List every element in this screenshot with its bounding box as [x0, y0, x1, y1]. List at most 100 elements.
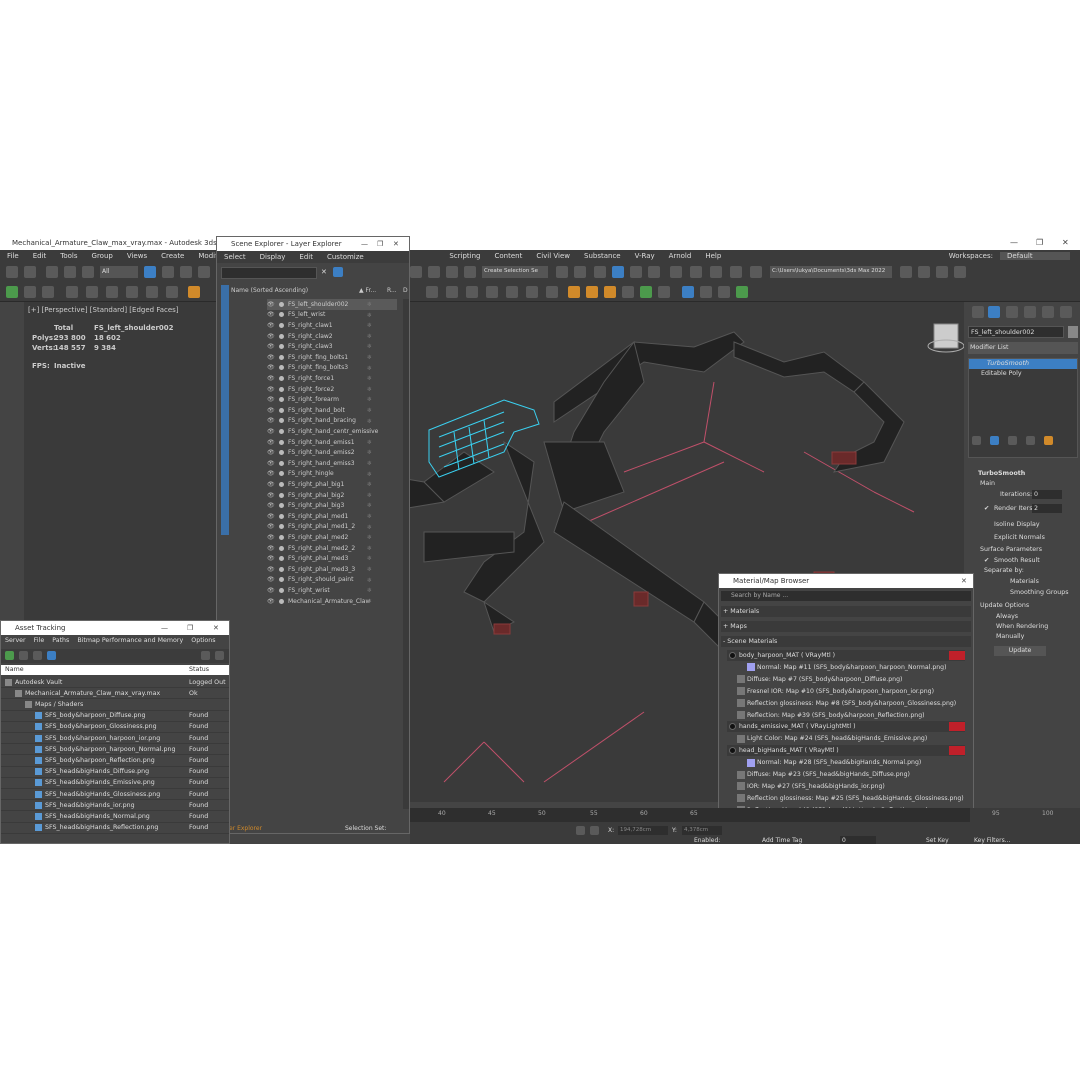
menu-arnold[interactable]: Arnold	[662, 252, 699, 260]
motion-tab-icon[interactable]	[1024, 306, 1036, 318]
turbosmooth-rollout-title[interactable]: TurboSmooth	[978, 470, 1025, 477]
freeze-icon[interactable]: ❄	[367, 545, 372, 552]
smoothing-groups-checkbox[interactable]: Smoothing Groups	[1010, 589, 1069, 596]
map-row[interactable]: Fresnel IOR: Map #10 (SFS_body&harpoon_h…	[727, 685, 965, 697]
clear-search-icon[interactable]: ✕	[321, 268, 327, 276]
visibility-eye-icon[interactable]: 👁	[267, 460, 275, 467]
vray-light-icon[interactable]	[188, 286, 200, 298]
bind-spacewarp-icon[interactable]	[82, 266, 94, 278]
update-button[interactable]: Update	[994, 646, 1046, 656]
vray-camera-icon[interactable]	[546, 286, 558, 298]
filter-icon[interactable]	[333, 267, 343, 277]
isoline-display-checkbox[interactable]: Isoline Display	[994, 521, 1040, 528]
freeze-icon[interactable]: ❄	[367, 322, 372, 329]
show-end-result-icon[interactable]	[990, 436, 999, 445]
minimize-icon[interactable]: —	[1010, 238, 1018, 247]
material-row[interactable]: head_bigHands_MAT ( VRayMtl )	[727, 745, 965, 757]
visibility-eye-icon[interactable]: 👁	[267, 555, 275, 562]
visibility-eye-icon[interactable]: 👁	[267, 449, 275, 456]
freeze-icon[interactable]: ❄	[367, 534, 372, 541]
maximize-icon[interactable]: ❐	[1036, 238, 1043, 247]
se-menu-customize[interactable]: Customize	[320, 253, 371, 261]
se-menu-display[interactable]: Display	[253, 253, 293, 261]
workspaces-dropdown[interactable]: Default	[1000, 252, 1070, 260]
menu-help[interactable]: Help	[698, 252, 728, 260]
freeze-icon[interactable]: ❄	[367, 492, 372, 499]
at-server-icon[interactable]	[5, 651, 14, 660]
menu-civil-view[interactable]: Civil View	[529, 252, 577, 260]
visibility-eye-icon[interactable]: 👁	[267, 333, 275, 340]
at-menu-paths[interactable]: Paths	[48, 637, 73, 648]
when-rendering-radio[interactable]: When Rendering	[996, 623, 1048, 630]
scene-item[interactable]: 👁 FS_right_phal_med2_2	[267, 543, 397, 554]
map-row[interactable]: Normal: Map #11 (SFS_body&harpoon_harpoo…	[727, 661, 965, 673]
visibility-eye-icon[interactable]: 👁	[267, 396, 275, 403]
toggle-scene-explorer-icon[interactable]	[594, 266, 606, 278]
asset-row[interactable]: Maps / Shaders	[1, 699, 229, 711]
edit-named-selection-icon[interactable]	[464, 266, 476, 278]
scene-item[interactable]: 👁 FS_right_phal_med3_3	[267, 564, 397, 575]
material-row[interactable]: body_harpoon_MAT ( VRayMtl )	[727, 650, 965, 661]
visibility-eye-icon[interactable]: 👁	[267, 481, 275, 488]
create-tab-icon[interactable]	[972, 306, 984, 318]
visibility-eye-icon[interactable]: 👁	[267, 364, 275, 371]
ribbon-icon[interactable]	[630, 266, 642, 278]
timeline-ruler[interactable]: 40 45 50 55 60 65 95 100	[410, 808, 1053, 822]
asset-row[interactable]: SFS_body&harpoon_Glossiness.png Found	[1, 722, 229, 733]
selection-filter-dropdown[interactable]: All	[100, 266, 138, 278]
visibility-eye-icon[interactable]: 👁	[267, 587, 275, 594]
materials-checkbox[interactable]: Materials	[1010, 578, 1039, 585]
asset-tracking-minimize-icon[interactable]: —	[161, 624, 168, 632]
at-menu-options[interactable]: Options	[187, 637, 219, 648]
render-icon[interactable]	[106, 286, 118, 298]
toggle-layer-explorer-icon[interactable]	[612, 266, 624, 278]
visibility-eye-icon[interactable]: 👁	[267, 534, 275, 541]
asset-row[interactable]: SFS_head&bigHands_Diffuse.png Found	[1, 767, 229, 778]
scene-item[interactable]: 👁 FS_right_forearm	[267, 394, 397, 405]
wrench-icon[interactable]	[700, 286, 712, 298]
asset-row[interactable]: SFS_body&harpoon_Reflection.png Found	[1, 755, 229, 767]
make-unique-icon[interactable]	[1008, 436, 1017, 445]
scene-item[interactable]: 👁 FS_right_claw3	[267, 341, 397, 352]
freeze-icon[interactable]: ❄	[367, 587, 372, 594]
rectangular-selection-icon[interactable]	[180, 266, 192, 278]
menu-file[interactable]: File	[0, 252, 26, 260]
scene-item[interactable]: 👁 FS_right_hand_bolt	[267, 405, 397, 416]
teapot-icon[interactable]	[66, 286, 78, 298]
freeze-icon[interactable]: ❄	[367, 301, 372, 308]
manually-radio[interactable]: Manually	[996, 633, 1024, 640]
project-folder-icon[interactable]	[900, 266, 912, 278]
redo-icon[interactable]	[24, 266, 36, 278]
vray-box-icon[interactable]	[526, 286, 538, 298]
display-tab-icon[interactable]	[1042, 306, 1054, 318]
freeze-icon[interactable]: ❄	[367, 439, 372, 446]
column-render-header[interactable]: R...	[387, 287, 397, 294]
project-settings-icon[interactable]	[954, 266, 966, 278]
scene-item[interactable]: 👁 FS_right_claw1	[267, 320, 397, 331]
freeze-icon[interactable]: ❄	[367, 312, 372, 319]
at-highlight-icon[interactable]	[19, 651, 28, 660]
scene-explorer-search-input[interactable]	[221, 267, 317, 279]
scene-explorer-scrollbar[interactable]	[403, 299, 409, 809]
explicit-normals-checkbox[interactable]: Explicit Normals	[994, 534, 1045, 541]
freeze-icon[interactable]: ❄	[367, 365, 372, 372]
column-display-header[interactable]: D	[403, 287, 408, 294]
unlink-icon[interactable]	[64, 266, 76, 278]
vray-grid-icon[interactable]	[640, 286, 652, 298]
x-coord-field[interactable]: 194,728cm	[618, 826, 668, 835]
freeze-icon[interactable]: ❄	[367, 449, 372, 456]
create-selection-set-dropdown[interactable]: Create Selection Se	[482, 266, 548, 278]
freeze-icon[interactable]: ❄	[367, 354, 372, 361]
vray-material-icon[interactable]	[446, 286, 458, 298]
visibility-eye-icon[interactable]: 👁	[267, 598, 275, 605]
visibility-eye-icon[interactable]: 👁	[267, 343, 275, 350]
scene-item[interactable]: 👁 FS_right_phal_med1_2	[267, 522, 397, 533]
scene-item[interactable]: 👁 FS_right_phal_big1	[267, 479, 397, 490]
scene-item[interactable]: 👁 FS_right_should_paint	[267, 575, 397, 586]
frame-buffer-icon[interactable]	[126, 286, 138, 298]
scene-materials-section[interactable]: - Scene Materials	[721, 636, 971, 647]
vray-tools-icon[interactable]	[622, 286, 634, 298]
project-path-field[interactable]: C:\Users\lukya\Documents\3ds Max 2022	[770, 266, 892, 278]
schematic-view-icon[interactable]	[670, 266, 682, 278]
map-row[interactable]: Diffuse: Map #23 (SFS_head&bigHands_Diff…	[727, 769, 965, 780]
